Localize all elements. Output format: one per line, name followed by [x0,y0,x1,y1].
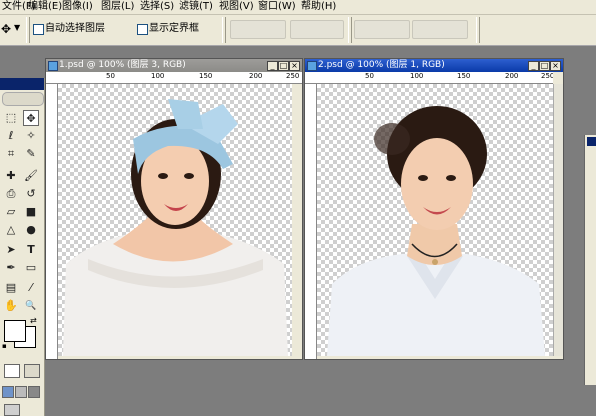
screen-mode-full-icon[interactable] [28,386,40,398]
ruler-label: 200 [505,72,519,80]
menu-edit[interactable]: 编辑(E) [28,0,62,13]
ruler-label: 200 [249,72,263,80]
vertical-scrollbar[interactable] [553,84,563,356]
show-bounds-checkbox[interactable] [137,24,148,35]
menu-select[interactable]: 选择(S) [140,0,174,13]
menu-view[interactable]: 视图(V) [219,0,254,13]
standard-mode-icon[interactable] [4,364,20,378]
eyedropper-icon[interactable]: ⁄ [23,280,39,296]
healing-brush-icon[interactable]: ✚ [3,168,19,184]
document-title-bar[interactable]: 1.psd @ 100% (图层 3, RGB) [46,59,302,72]
maximize-button[interactable]: □ [539,61,550,71]
close-button[interactable]: × [289,61,300,71]
screen-mode-full-menu-icon[interactable] [15,386,27,398]
lasso-tool-icon[interactable]: ℓ [3,128,19,144]
show-bounds-label: 显示定界框 [149,23,199,34]
quick-mask-icon[interactable] [24,364,40,378]
separator [26,17,30,43]
palette-dock-edge[interactable] [584,135,596,385]
magic-wand-icon[interactable]: ✧ [23,128,39,144]
document-window-1[interactable]: 1.psd @ 100% (图层 3, RGB) _ □ × 50 100 15… [45,58,303,360]
ruler-label: 50 [365,72,374,80]
foreground-color-swatch[interactable] [4,320,26,342]
move-tool-icon[interactable]: ✥ [23,110,39,126]
distribute-buttons-group[interactable] [354,20,410,39]
align-buttons-group[interactable] [230,20,286,39]
distribute-buttons-group-2[interactable] [412,20,468,39]
psd-file-icon [307,61,317,71]
maximize-button[interactable]: □ [278,61,289,71]
separator [476,17,480,43]
chevron-down-icon[interactable]: ▼ [14,23,20,32]
document-window-2[interactable]: 2.psd @ 100% (图层 1, RGB) _ □ × 50 100 15… [304,58,564,360]
ruler-label: 150 [199,72,213,80]
ruler-label: 250 [286,72,300,80]
palette-title [587,137,596,146]
psd-file-icon [48,61,58,71]
ruler-label: 150 [457,72,471,80]
jump-to-imageready-icon[interactable] [4,404,20,416]
vertical-ruler[interactable] [46,84,58,359]
notes-tool-icon[interactable]: ▤ [3,280,19,296]
portrait-image-1 [63,99,288,356]
document-title-bar[interactable]: 2.psd @ 100% (图层 1, RGB) [305,59,563,72]
minimize-button[interactable]: _ [528,61,539,71]
auto-select-checkbox[interactable] [33,24,44,35]
blur-tool-icon[interactable]: △ [3,222,19,238]
horizontal-ruler[interactable]: 50 100 150 200 250 [46,72,302,84]
canvas-1[interactable] [58,84,292,356]
slice-tool-icon[interactable]: ✎ [23,146,39,162]
ruler-label: 100 [410,72,424,80]
path-select-icon[interactable]: ➤ [3,242,19,258]
menu-layer[interactable]: 图层(L) [101,0,134,13]
eraser-tool-icon[interactable]: ▱ [3,204,19,220]
menu-help[interactable]: 帮助(H) [301,0,336,13]
separator [348,17,352,43]
hand-tool-icon[interactable]: ✋ [3,298,19,314]
minimize-button[interactable]: _ [267,61,278,71]
menu-window[interactable]: 窗口(W) [258,0,296,13]
swap-colors-icon[interactable]: ⇄ [30,316,37,325]
default-colors-icon[interactable]: ▪ [2,342,7,350]
vertical-ruler[interactable] [305,84,317,359]
ruler-label: 50 [106,72,115,80]
photoshop-logo[interactable] [2,92,44,106]
crop-tool-icon[interactable]: ⌗ [3,146,19,162]
separator [222,17,226,43]
type-tool-icon[interactable]: T [23,242,39,258]
auto-select-label: 自动选择图层 [45,23,105,34]
screen-mode-standard-icon[interactable] [2,386,14,398]
document-title: 1.psd @ 100% (图层 3, RGB) [59,60,186,70]
portrait-image-2 [327,106,545,356]
marquee-tool-icon[interactable]: ⬚ [3,110,19,126]
menu-image[interactable]: 图像(I) [62,0,93,13]
move-tool-preset-icon[interactable]: ✥ [1,22,11,36]
clone-stamp-icon[interactable]: ⎙ [3,186,19,202]
align-buttons-group-2[interactable] [290,20,344,39]
tools-palette: ⬚ ✥ ℓ ✧ ⌗ ✎ ✚ 🖌 ⎙ ↺ ▱ ■ △ ● ➤ T ✒ ▭ ▤ ⁄ … [0,78,45,416]
gradient-tool-icon[interactable]: ■ [23,204,39,220]
document-title: 2.psd @ 100% (图层 1, RGB) [318,60,445,70]
ruler-label: 100 [151,72,165,80]
ruler-label: 250 [541,72,553,80]
pen-tool-icon[interactable]: ✒ [3,260,19,276]
palette-title [0,78,44,90]
menu-filter[interactable]: 滤镜(T) [179,0,213,13]
shape-tool-icon[interactable]: ▭ [23,260,39,276]
horizontal-ruler[interactable]: 50 100 150 200 250 [305,72,553,84]
dodge-tool-icon[interactable]: ● [23,222,39,238]
zoom-tool-icon[interactable]: 🔍 [23,298,39,314]
menu-bar: 文件(F) 编辑(E) 图像(I) 图层(L) 选择(S) 滤镜(T) 视图(V… [0,0,596,15]
close-button[interactable]: × [550,61,561,71]
brush-tool-icon[interactable]: 🖌 [23,168,39,184]
history-brush-icon[interactable]: ↺ [23,186,39,202]
canvas-2[interactable] [317,84,553,356]
options-bar: ✥ ▼ 自动选择图层 显示定界框 [0,15,596,46]
